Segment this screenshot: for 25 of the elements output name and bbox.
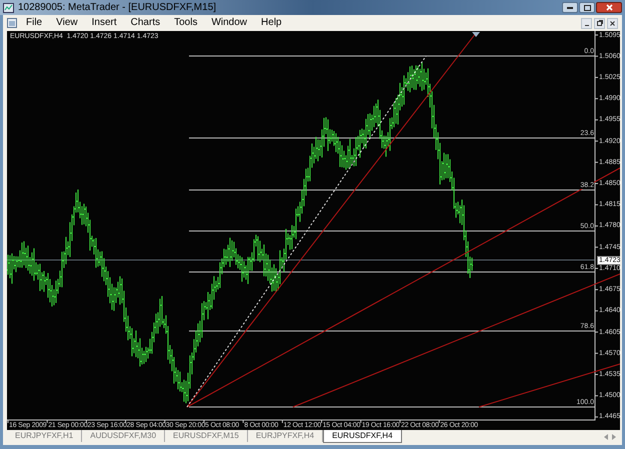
chart-tab[interactable]: EURJPYFXF,H1	[7, 430, 82, 442]
menu-item[interactable]: File	[26, 18, 42, 28]
menu-item[interactable]: Charts	[130, 18, 160, 28]
close-button[interactable]	[596, 2, 622, 13]
maximize-icon	[584, 4, 590, 10]
chart-tab[interactable]: EURUSDFXF,H4	[323, 430, 402, 443]
mdi-minimize-button[interactable]	[581, 18, 592, 28]
menu-item[interactable]: Window	[211, 18, 248, 28]
window-title: 10289005: MetaTrader - [EURUSDFXF,M15]	[18, 2, 216, 12]
mdi-restore-button[interactable]	[594, 18, 605, 28]
menu-item[interactable]: Help	[261, 18, 282, 28]
menu-item[interactable]: Tools	[174, 18, 198, 28]
app-icon	[3, 2, 14, 12]
minimize-icon	[567, 6, 573, 8]
menu-item[interactable]: Insert	[92, 18, 117, 28]
chart-tab[interactable]: AUDUSDFXF,M30	[82, 430, 166, 442]
chart-tab[interactable]: EURUSDFXF,M15	[165, 430, 248, 442]
mdi-close-button[interactable]	[607, 18, 618, 28]
menu-item[interactable]: View	[56, 18, 78, 28]
restore-icon	[596, 20, 602, 26]
maximize-button[interactable]	[579, 2, 595, 13]
chart-window-icon	[7, 18, 17, 28]
minimize-button[interactable]	[562, 2, 578, 13]
close-icon	[610, 20, 615, 26]
close-icon	[606, 4, 612, 11]
